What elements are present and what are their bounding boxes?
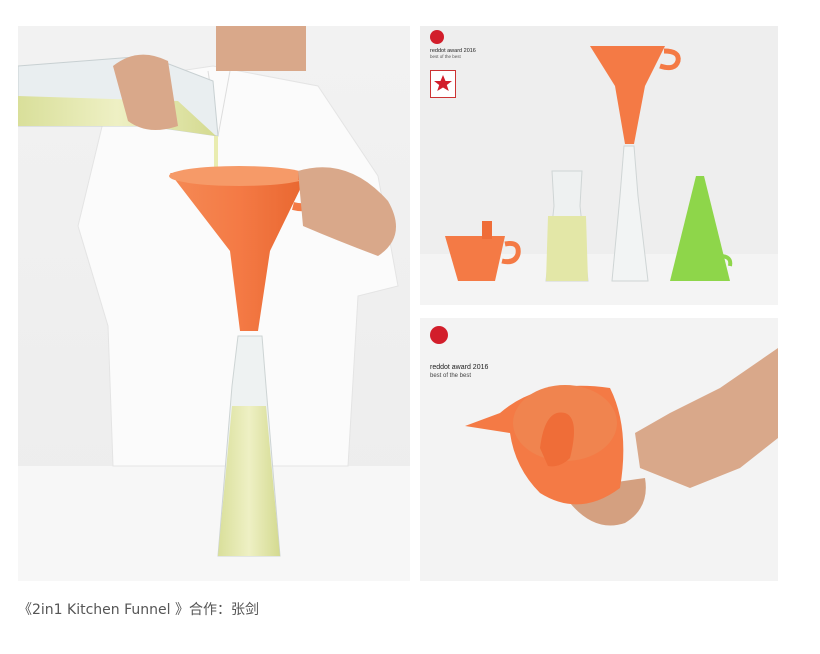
bottom-right-photo: reddot award 2016 best of the best [420,318,778,581]
bottom-right-photo-illustration [420,318,778,581]
top-right-photo: reddot award 2016 best of the best [420,26,778,305]
award-subtitle: best of the best [430,373,472,379]
top-right-photo-illustration [420,26,778,305]
main-photo-illustration [18,26,410,581]
reddot-badge: reddot award 2016 best of the best [430,30,476,59]
reddot-badge-large: reddot award 2016 best of the best [430,326,488,379]
reddot-logo-icon [430,30,444,44]
award-star-logo-icon [430,70,456,98]
main-photo [18,26,410,581]
award-line2: best of the best [430,54,461,59]
caption: 《2in1 Kitchen Funnel 》合作：张剑 [18,602,259,618]
reddot-logo-icon [430,326,448,344]
award-title: reddot award 2016 [430,364,489,371]
